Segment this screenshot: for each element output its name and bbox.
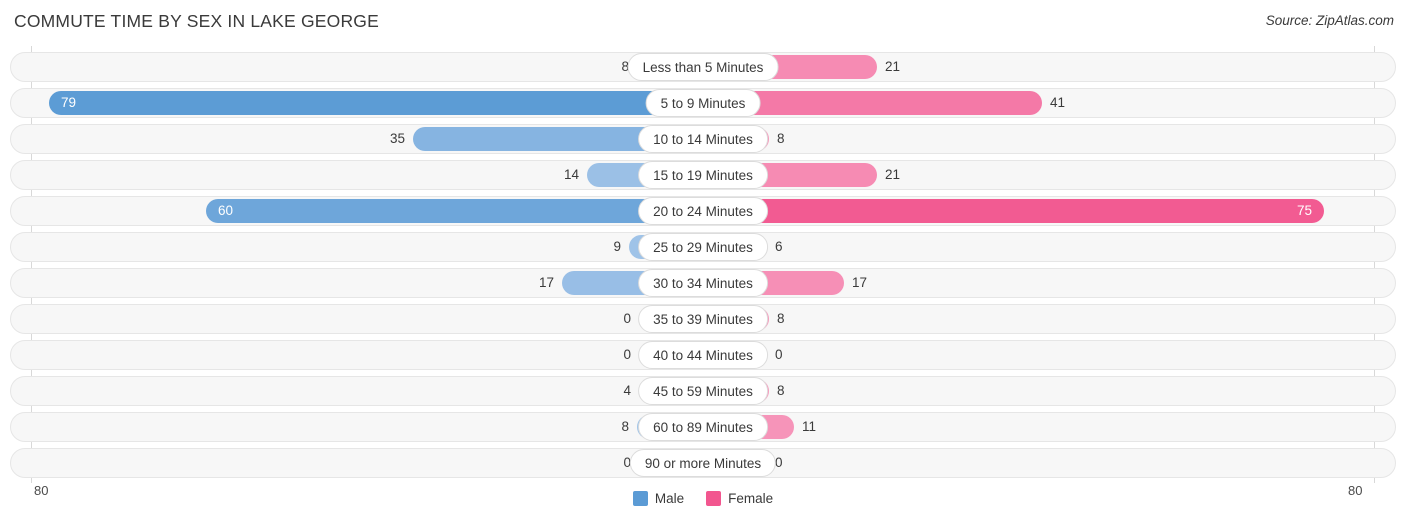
chart-header: COMMUTE TIME BY SEX IN LAKE GEORGE Sourc… — [0, 0, 1406, 46]
bar-row[interactable]: 0 8 35 to 39 Minutes — [10, 304, 1396, 334]
bar-row[interactable]: 35 8 10 to 14 Minutes — [10, 124, 1396, 154]
value-label-male: 14 — [563, 167, 579, 182]
source-attribution: Source: ZipAtlas.com — [1265, 13, 1394, 28]
value-label-male: 0 — [623, 347, 631, 362]
bar-row[interactable]: 14 21 15 to 19 Minutes — [10, 160, 1396, 190]
value-label-female: 0 — [775, 347, 783, 362]
bar-row[interactable]: 0 0 40 to 44 Minutes — [10, 340, 1396, 370]
legend-item-male[interactable]: Male — [632, 490, 685, 506]
value-label-female: 17 — [852, 275, 868, 290]
category-label: 5 to 9 Minutes — [645, 89, 761, 117]
legend-swatch-male — [632, 490, 648, 506]
value-label-male: 35 — [389, 131, 405, 146]
category-label: 25 to 29 Minutes — [638, 233, 768, 261]
bar-male[interactable] — [49, 91, 703, 115]
category-label: 30 to 34 Minutes — [638, 269, 768, 297]
bar-row[interactable]: 8 11 60 to 89 Minutes — [10, 412, 1396, 442]
category-label: Less than 5 Minutes — [627, 53, 779, 81]
bar-row[interactable]: 17 17 30 to 34 Minutes — [10, 268, 1396, 298]
value-label-female: 0 — [775, 455, 783, 470]
value-label-female: 8 — [777, 383, 785, 398]
category-label: 20 to 24 Minutes — [638, 197, 768, 225]
category-label: 40 to 44 Minutes — [638, 341, 768, 369]
category-label: 10 to 14 Minutes — [638, 125, 768, 153]
category-label: 90 or more Minutes — [629, 449, 777, 477]
bar-male[interactable] — [206, 199, 703, 223]
value-label-female: 75 — [1296, 203, 1312, 218]
category-label: 45 to 59 Minutes — [638, 377, 768, 405]
legend-label-female: Female — [728, 490, 774, 506]
value-label-female: 21 — [885, 167, 901, 182]
category-label: 15 to 19 Minutes — [638, 161, 768, 189]
value-label-male: 0 — [623, 311, 631, 326]
plot-area: 8 21 Less than 5 Minutes 79 41 5 to 9 Minutes… — [0, 46, 1406, 483]
bar-row[interactable]: 9 6 25 to 29 Minutes — [10, 232, 1396, 262]
bar-row[interactable]: 8 21 Less than 5 Minutes — [10, 52, 1396, 82]
value-label-male: 4 — [623, 383, 631, 398]
value-label-female: 6 — [775, 239, 783, 254]
bar-row[interactable]: 0 0 90 or more Minutes — [10, 448, 1396, 478]
legend-item-female[interactable]: Female — [706, 490, 774, 506]
chart-legend: Male Female — [0, 486, 1406, 510]
value-label-female: 21 — [885, 59, 901, 74]
value-label-male: 79 — [61, 95, 77, 110]
value-label-male: 8 — [621, 419, 629, 434]
value-label-male: 60 — [218, 203, 234, 218]
value-label-male: 17 — [538, 275, 554, 290]
legend-swatch-female — [706, 490, 722, 506]
category-label: 35 to 39 Minutes — [638, 305, 768, 333]
value-label-female: 8 — [777, 311, 785, 326]
bar-row[interactable]: 4 8 45 to 59 Minutes — [10, 376, 1396, 406]
value-label-female: 11 — [802, 419, 817, 434]
bar-row[interactable]: 79 41 5 to 9 Minutes — [10, 88, 1396, 118]
value-label-male: 9 — [613, 239, 621, 254]
bar-female[interactable] — [703, 199, 1324, 223]
bar-row[interactable]: 60 75 20 to 24 Minutes — [10, 196, 1396, 226]
legend-label-male: Male — [654, 490, 685, 506]
page-title: COMMUTE TIME BY SEX IN LAKE GEORGE — [14, 11, 379, 31]
value-label-female: 8 — [777, 131, 785, 146]
category-label: 60 to 89 Minutes — [638, 413, 768, 441]
value-label-female: 41 — [1050, 95, 1066, 110]
